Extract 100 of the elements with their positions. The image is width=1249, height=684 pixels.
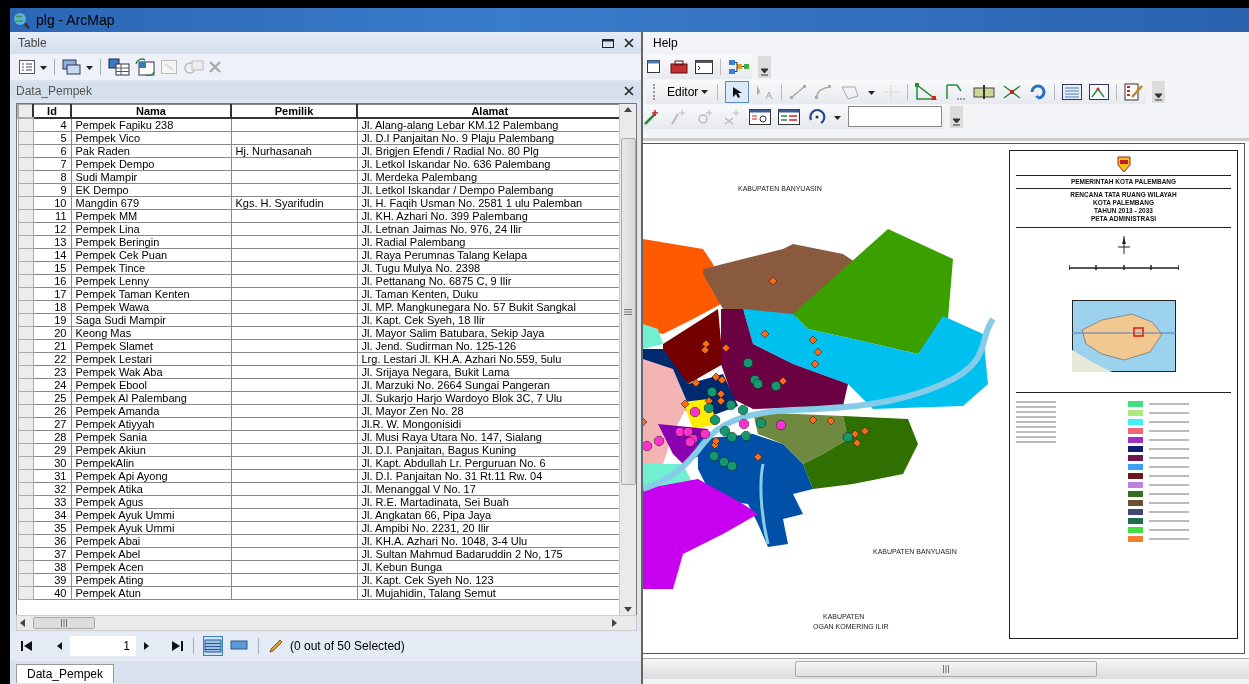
table-cell: Keong Mas [71,326,231,340]
vertex-icon[interactable] [882,83,901,100]
table-cell: 7 [33,157,71,171]
table-cell: EK Dempo [71,183,231,197]
delete-icon[interactable] [208,60,222,74]
edit-tool-button[interactable] [725,80,750,103]
table-cell: 27 [33,417,71,431]
table-cell: PempekAlin [71,456,231,470]
table-cell: Pak Raden [71,144,231,158]
table-cell: 37 [33,547,71,561]
last-record-icon[interactable] [170,640,184,652]
vertical-scrollbar[interactable] [619,104,636,615]
table-cell: 35 [33,521,71,535]
model-builder-icon[interactable] [728,58,750,75]
selected-records-icon [230,639,248,653]
table-cell: 13 [33,235,71,249]
maximize-icon[interactable] [601,37,615,49]
table-cell: Pempek Acen [71,560,231,574]
add-point-icon[interactable] [668,107,688,126]
select-by-attributes-icon[interactable] [108,58,130,76]
table-cell: Pempek Atiyyah [71,417,231,431]
column-header[interactable]: Alamat [357,104,619,118]
zoom-to-selected-icon[interactable] [182,59,204,75]
toolbox-icon[interactable] [670,59,688,74]
close-icon[interactable] [623,37,635,49]
table-cell: Pempek Fapiku 238 [71,118,231,132]
window-icon[interactable] [647,59,663,74]
table-cell: Pempek Abel [71,547,231,561]
create-features-icon[interactable] [1124,82,1145,101]
table-cell: 31 [33,469,71,483]
attributes-icon[interactable] [1062,83,1083,100]
related-tables-icon[interactable] [62,59,82,75]
delete-point-icon[interactable] [722,107,742,126]
column-header[interactable]: Pemilik [231,104,357,118]
table-cell: 5 [33,131,71,145]
magic-wand-icon[interactable] [643,107,661,126]
scrollbar-thumb[interactable] [795,661,1097,677]
first-record-icon[interactable] [20,640,34,652]
emblem-drawing [1115,155,1132,173]
table-cell: 25 [33,391,71,405]
table-cell: Sudi Mampir [71,170,231,184]
table-cell: 11 [33,209,71,223]
table-cell: Pempek Amanda [71,404,231,418]
column-header[interactable]: Nama [71,104,231,118]
cut-polygon-icon[interactable] [973,83,996,100]
table-cell: 39 [33,573,71,587]
table-cell: Pempek Slamet [71,339,231,353]
record-field[interactable]: 1 [70,636,136,656]
rotate-icon[interactable] [807,107,827,126]
table-cell: Pempek Ebool [71,378,231,392]
menu-item[interactable]: Help [653,36,678,50]
text-field[interactable] [848,106,942,127]
polygon-tool-icon[interactable] [839,83,862,100]
table-cell: Pempek Cek Puan [71,248,231,262]
table-cell: 36 [33,534,71,548]
switch-selection-icon[interactable] [134,58,156,76]
table-cell: Pempek Sania [71,430,231,444]
table-cell: 16 [33,274,71,288]
reshape-feature-icon[interactable] [944,82,967,101]
table-cell: 34 [33,508,71,522]
close-icon[interactable] [623,85,635,97]
table-cell: Pempek Abai [71,534,231,548]
table-window-icon[interactable] [778,108,800,125]
split-tool-icon[interactable] [1002,83,1023,100]
table-cell: Pempek MM [71,209,231,223]
sketch-properties-icon[interactable] [1089,83,1110,100]
annotation-edit-icon[interactable] [756,83,775,100]
clear-selection-icon[interactable] [160,59,178,75]
table-window-icon[interactable] [749,108,771,125]
window-title: plg - ArcMap [36,12,115,28]
line-tool-icon[interactable] [789,83,808,100]
add-point-zoom-icon[interactable] [695,107,715,126]
table-cell: 8 [33,170,71,184]
table-cell: Pempek Tince [71,261,231,275]
grip-icon [60,619,68,627]
rotate-icon[interactable] [1029,82,1048,101]
all-records-icon [204,639,222,653]
dropdown-caret-icon [701,88,709,95]
table-cell: Pempek Beringin [71,235,231,249]
column-header[interactable]: Id [33,104,71,118]
table-options-icon[interactable] [18,59,36,75]
table-cell: Pempek Dempo [71,157,231,171]
table-cell: Pempek Atun [71,586,231,600]
horizontal-scrollbar[interactable] [16,615,637,631]
table-cell: 15 [33,261,71,275]
table-cell: Pempek Atika [71,482,231,496]
editor-menu[interactable]: Editor [665,84,711,99]
show-all-records-button[interactable] [203,636,223,656]
table-cell: 6 [33,144,71,158]
table-cell: 30 [33,456,71,470]
table-tab[interactable]: Data_Pempek [16,664,115,683]
table-cell: 4 [33,118,71,132]
table-cell: Pempek Al Palembang [71,391,231,405]
table-cell: Pempek Lenny [71,274,231,288]
pencil-icon[interactable] [268,638,284,654]
curve-tool-icon[interactable] [814,83,833,100]
edit-vertices-icon[interactable] [915,82,938,101]
table-title: Data_Pempek [16,84,94,98]
table-cell: Saga Sudi Mampir [71,313,231,327]
grip-icon [624,307,632,316]
